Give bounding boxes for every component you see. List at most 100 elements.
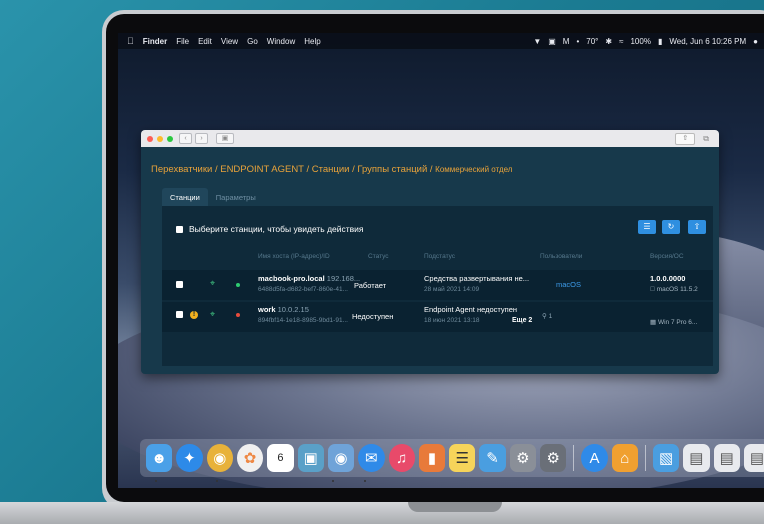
document-stack-icon[interactable]: ▤ [713,444,740,472]
breadcrumb: Перехватчики / ENDPOINT AGENT / Станции … [151,164,512,175]
apple-menu-icon[interactable]:  [127,36,134,46]
menu-finder[interactable]: Finder [143,37,167,46]
host-label: macbook-pro.local [258,274,325,283]
apple-icon:  [650,286,655,293]
breadcrumb-current: Коммерческий отдел [435,165,513,174]
close-window-button[interactable] [147,135,153,142]
screen-icon[interactable]: ▣ [548,37,556,46]
host-name[interactable]: work 10.0.2.15 [258,305,309,314]
running-indicator [364,480,366,482]
breadcrumb-stations[interactable]: Станции [312,164,350,175]
tab-parameters[interactable]: Параметры [208,188,264,207]
refresh-icon: ↻ [667,222,675,231]
menu-view[interactable]: View [221,37,238,46]
back-button[interactable]: ‹ [179,133,192,144]
home-icon[interactable]: ⌂ [611,444,638,472]
temperature-readout[interactable]: 70° [586,37,598,46]
siri-icon[interactable]: ● [753,37,758,46]
table-header: Имя хоста (IP-адрес)/ID Статус Подстатус… [162,253,713,265]
minimize-window-button[interactable] [157,135,163,142]
plug-icon: ⌖ [210,278,216,288]
breadcrumb-separator: / [429,164,433,175]
status-text: Недоступен [352,312,394,321]
host-id: 894fbf14-1e18-8985-9bd1-91... [258,317,348,324]
substatus-date: 18 июн 2021 13:18 [424,317,480,324]
row-checkbox[interactable] [176,311,183,318]
calendar-icon[interactable]: 6 [267,444,294,472]
bluetooth-icon[interactable]: ✱ [605,37,612,46]
laptop-base [0,502,764,524]
clock[interactable]: Wed, Jun 6 10:26 PM [669,37,746,46]
breadcrumb-endpoint-agent[interactable]: ENDPOINT AGENT [220,164,304,175]
menu-help[interactable]: Help [304,37,320,46]
substatus-date: 28 май 2021 14:09 [424,286,480,293]
script-editor-icon[interactable]: ⚙ [509,444,537,472]
zoom-window-button[interactable] [167,135,173,142]
windows-icon: ▦ [650,319,657,326]
preview-icon[interactable]: ▣ [297,444,324,472]
table-row[interactable]: ⌖ macbook-pro.local 192.168... 6488d5fa-… [162,270,713,300]
battery-percent[interactable]: 100% [630,37,650,46]
macos-menubar:  Finder File Edit View Go Window Help ▼… [118,33,764,49]
tab-stations[interactable]: Станции [162,188,208,207]
battery-icon[interactable]: ▮ [658,37,662,46]
forward-button[interactable]: › [195,133,208,144]
downloads-folder-icon[interactable]: ▧ [652,444,680,472]
app-store-icon[interactable]: A [581,444,608,472]
share-button[interactable]: ⇧ [675,133,696,145]
select-all-checkbox[interactable] [176,225,183,233]
window-titlebar: ‹ › ▣ ⇧ ⧉ [141,130,719,147]
photos-icon[interactable]: ✿ [236,444,264,472]
refresh-button[interactable]: ↻ [662,220,680,234]
menu-edit[interactable]: Edit [198,37,212,46]
more-link[interactable]: Еще 2 [512,317,532,324]
col-version[interactable]: Версия/ОС [650,253,684,260]
status-text: Работает [354,281,387,290]
breadcrumb-separator: / [352,164,355,175]
safari-icon[interactable]: ✦ [176,444,203,472]
finder-icon[interactable]: ☻ [146,444,173,472]
upload-button[interactable]: ⇧ [688,220,706,234]
menu-window[interactable]: Window [267,37,295,46]
substatus-text: Средства развертывания не... [424,274,530,283]
row-checkbox[interactable] [176,281,183,288]
document-stack-icon[interactable]: ▤ [743,444,764,472]
sidebar-toggle-icon[interactable]: ▣ [216,133,234,144]
browser-window: ‹ › ▣ ⇧ ⧉ Перехватчики / ENDPOINT AGENT … [141,130,719,374]
breadcrumb-station-groups[interactable]: Группы станций [357,164,427,175]
key-icon: ⚲ [542,313,547,320]
image-capture-icon[interactable]: ◉ [327,444,355,472]
col-users[interactable]: Пользователи [540,253,582,260]
malware-icon[interactable]: M [563,37,570,46]
filter-icon: ☰ [643,222,651,231]
notes-icon[interactable]: ☰ [449,444,476,472]
shield-icon[interactable]: ▼ [533,37,541,46]
breadcrumb-interceptors[interactable]: Перехватчики [151,164,212,175]
menu-go[interactable]: Go [247,37,258,46]
col-substatus[interactable]: Подстатус [424,253,455,260]
messages-icon[interactable]: ✉ [358,444,385,472]
running-indicator [332,480,334,482]
textedit-icon[interactable]: ✎ [479,444,506,472]
menu-file[interactable]: File [176,37,189,46]
online-indicator [236,283,240,287]
host-name[interactable]: macbook-pro.local 192.168... [258,274,360,283]
system-preferences-icon[interactable]: ⚙ [540,444,567,472]
laptop-notch [408,502,502,512]
os-version: ▦ Win 7 Pro 6... [650,318,697,326]
books-icon[interactable]: ▮ [418,444,446,472]
wifi-icon[interactable]: ≈ [619,37,623,46]
music-icon[interactable]: ♫ [388,444,415,472]
table-row[interactable]: ! ⌖ work 10.0.2.15 894fbf14-1e18-8985-9b… [162,302,713,332]
plug-icon: ⌖ [210,309,216,319]
upload-icon: ⇧ [693,222,701,231]
filter-button[interactable]: ☰ [638,220,656,234]
col-host[interactable]: Имя хоста (IP-адрес)/ID [258,253,330,260]
document-stack-icon[interactable]: ▤ [683,444,710,472]
chrome-icon[interactable]: ◉ [206,444,233,472]
running-indicator [216,480,218,482]
thermometer-icon: • [576,36,580,46]
tabs-overview-icon[interactable]: ⧉ [703,134,709,144]
col-status[interactable]: Статус [368,253,389,260]
user-link[interactable]: macOS [556,280,581,289]
